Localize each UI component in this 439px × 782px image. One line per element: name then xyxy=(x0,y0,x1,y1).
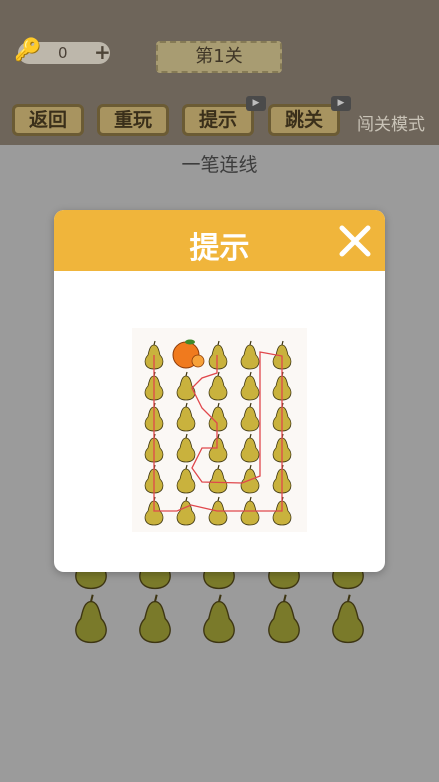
orange-icon xyxy=(172,339,205,369)
pear-icon xyxy=(203,594,235,644)
pear-icon xyxy=(75,594,107,644)
pear-icon xyxy=(208,340,228,370)
video-camera-icon: ▶ xyxy=(246,96,266,111)
pear-icon xyxy=(176,371,196,401)
pear-icon xyxy=(240,371,260,401)
pear-icon xyxy=(208,371,228,401)
pear-icon xyxy=(208,464,228,494)
level-title: 第1关 xyxy=(156,41,282,73)
mode-label: 闯关模式 xyxy=(357,115,425,135)
pear-icon xyxy=(176,433,196,463)
close-icon[interactable] xyxy=(337,223,373,259)
pear-icon xyxy=(176,402,196,432)
hint-modal: 提示 xyxy=(54,210,385,572)
hint-button[interactable]: 提示 xyxy=(182,104,254,136)
pear-icon xyxy=(240,402,260,432)
pear-icon xyxy=(268,594,300,644)
puzzle-subtitle: 一笔连线 xyxy=(181,154,258,176)
skip-level-button[interactable]: 跳关 xyxy=(268,104,340,136)
hint-solution-board xyxy=(132,328,307,532)
modal-title: 提示 xyxy=(189,231,250,266)
key-icon: 🔑 xyxy=(14,38,42,63)
plus-icon[interactable]: + xyxy=(94,40,111,64)
pear-icon xyxy=(240,433,260,463)
pear-icon xyxy=(332,594,364,644)
key-count: 0 xyxy=(58,44,68,62)
pear-icon xyxy=(240,340,260,370)
pear-icon xyxy=(139,594,171,644)
replay-button[interactable]: 重玩 xyxy=(97,104,169,136)
video-camera-icon: ▶ xyxy=(331,96,351,111)
pear-icon xyxy=(240,464,260,494)
back-button[interactable]: 返回 xyxy=(12,104,84,136)
pear-icon xyxy=(176,496,196,526)
